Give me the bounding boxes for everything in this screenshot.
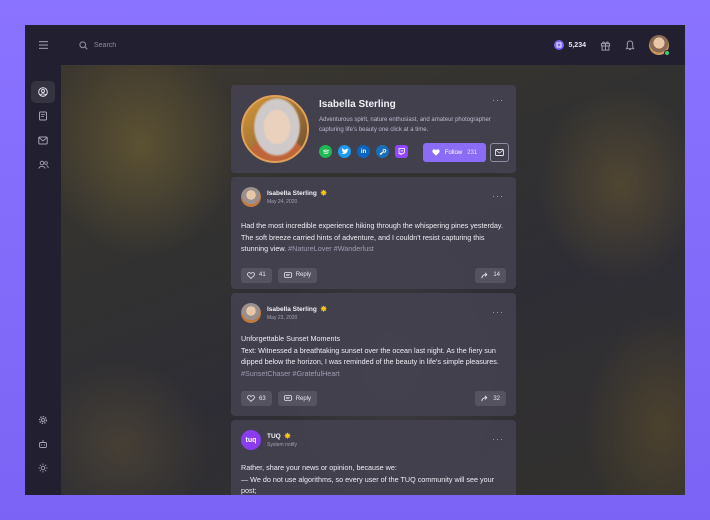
search-input[interactable] xyxy=(94,41,214,49)
profile-bio: Adventurous spirit, nature enthusiast, a… xyxy=(319,117,491,133)
post-tags[interactable]: #SunsetChaser #GratefulHeart xyxy=(241,369,340,378)
mail-icon xyxy=(495,149,504,156)
share-button[interactable]: 32 xyxy=(475,391,506,406)
coin-icon xyxy=(554,40,565,50)
share-arrow-icon xyxy=(481,271,488,278)
profile-name: Isabella Sterling xyxy=(319,99,396,110)
follow-count: 231 xyxy=(467,149,478,156)
more-options-button[interactable]: ··· xyxy=(492,95,504,105)
post-text: Rather, share your news or opinion, beca… xyxy=(241,462,506,495)
online-status-dot xyxy=(664,50,670,56)
like-button[interactable]: 41 xyxy=(241,267,272,283)
star-badge-icon: ✸ xyxy=(319,304,328,314)
reply-label: Reply xyxy=(295,272,312,278)
like-count: 41 xyxy=(259,272,266,278)
sidebar-item-settings[interactable] xyxy=(31,409,55,431)
share-count: 32 xyxy=(493,395,500,402)
star-badge-icon: ✸ xyxy=(319,188,328,198)
coin-count: 5,234 xyxy=(568,41,586,49)
star-badge-icon: ✸ xyxy=(283,431,292,441)
profile-card: Isabella Sterling Adventurous spirit, na… xyxy=(231,85,516,173)
reply-button[interactable]: Reply xyxy=(277,267,318,283)
author-name[interactable]: TUQ xyxy=(267,433,281,440)
author-avatar[interactable]: tuq xyxy=(241,430,261,450)
post-date: May 23, 2020 xyxy=(267,315,298,321)
follow-label: Follow xyxy=(444,149,463,156)
profile-avatar[interactable] xyxy=(241,95,309,163)
post-line: Rather, share your news or opinion, beca… xyxy=(241,463,397,472)
sidebar-item-posts[interactable] xyxy=(31,105,55,127)
heart-icon xyxy=(247,271,255,279)
linkedin-icon[interactable]: in xyxy=(357,145,370,158)
coin-balance[interactable]: 5,234 xyxy=(554,40,586,50)
twitter-icon[interactable] xyxy=(338,145,351,158)
edit-document-icon xyxy=(39,111,47,121)
sidebar-item-profile[interactable] xyxy=(31,81,55,103)
bell-icon[interactable] xyxy=(625,39,635,51)
sidebar xyxy=(25,65,61,495)
post-card: Isabella Sterling ✸ May 23, 2020 ··· Unfo… xyxy=(231,293,516,416)
sidebar-item-theme[interactable] xyxy=(31,457,55,479)
twitch-icon[interactable] xyxy=(395,145,408,158)
share-button[interactable]: 14 xyxy=(475,267,506,283)
author-name[interactable]: Isabella Sterling xyxy=(267,306,317,313)
users-icon xyxy=(37,160,49,169)
follow-button[interactable]: Follow 231 xyxy=(423,143,486,162)
user-circle-icon xyxy=(38,87,48,97)
author-avatar[interactable] xyxy=(241,187,261,207)
heart-icon xyxy=(247,395,255,402)
post-body-text: Text: Witnessed a breathtaking sunset ov… xyxy=(241,345,499,367)
steam-icon[interactable] xyxy=(376,145,389,158)
comment-icon xyxy=(283,395,292,401)
mail-icon xyxy=(38,136,48,144)
like-count: 63 xyxy=(259,395,266,402)
sun-icon xyxy=(38,463,48,473)
more-options-button[interactable]: ··· xyxy=(492,307,504,317)
search-bar xyxy=(79,40,214,50)
share-arrow-icon xyxy=(481,395,488,402)
app-window: 5,234 xyxy=(25,25,685,495)
post-text: Unforgettable Sunset Moments Text: Witne… xyxy=(241,333,506,379)
feed: Isabella Sterling Adventurous spirit, na… xyxy=(231,85,516,495)
post-text: Had the most incredible experience hikin… xyxy=(241,220,506,255)
author-name[interactable]: Isabella Sterling xyxy=(267,190,317,197)
robot-icon xyxy=(39,440,47,448)
search-icon xyxy=(79,40,88,50)
heart-icon xyxy=(432,149,440,156)
message-button[interactable] xyxy=(490,143,509,162)
spotify-icon[interactable] xyxy=(319,145,332,158)
post-date: May 24, 2020 xyxy=(267,199,298,205)
sidebar-item-friends[interactable] xyxy=(31,153,55,175)
post-title: Unforgettable Sunset Moments xyxy=(241,334,341,343)
hamburger-icon xyxy=(38,41,48,49)
social-links: in xyxy=(319,145,408,158)
reply-button[interactable]: Reply xyxy=(277,391,318,406)
like-button[interactable]: 63 xyxy=(241,391,272,406)
post-card: Isabella Sterling ✸ May 24, 2020 ··· Had … xyxy=(231,177,516,289)
top-bar: 5,234 xyxy=(25,25,685,65)
post-card: tuq TUQ ✸ System notify ··· Rather, share… xyxy=(231,420,516,495)
sidebar-item-bot[interactable] xyxy=(31,433,55,455)
post-line: — We do not use algorithms, so every use… xyxy=(241,474,494,496)
reply-label: Reply xyxy=(295,395,312,402)
sidebar-item-messages[interactable] xyxy=(31,129,55,151)
gift-icon[interactable] xyxy=(600,40,611,51)
menu-button[interactable] xyxy=(25,25,61,65)
post-tags[interactable]: #NatureLover #Wanderlust xyxy=(288,244,374,253)
user-avatar[interactable] xyxy=(649,35,670,56)
gear-icon xyxy=(38,415,48,425)
more-options-button[interactable]: ··· xyxy=(492,191,504,201)
author-avatar[interactable] xyxy=(241,303,261,323)
share-count: 14 xyxy=(493,272,500,278)
comment-icon xyxy=(283,271,292,278)
more-options-button[interactable]: ··· xyxy=(492,434,504,444)
post-subtitle: System notify xyxy=(267,442,298,448)
